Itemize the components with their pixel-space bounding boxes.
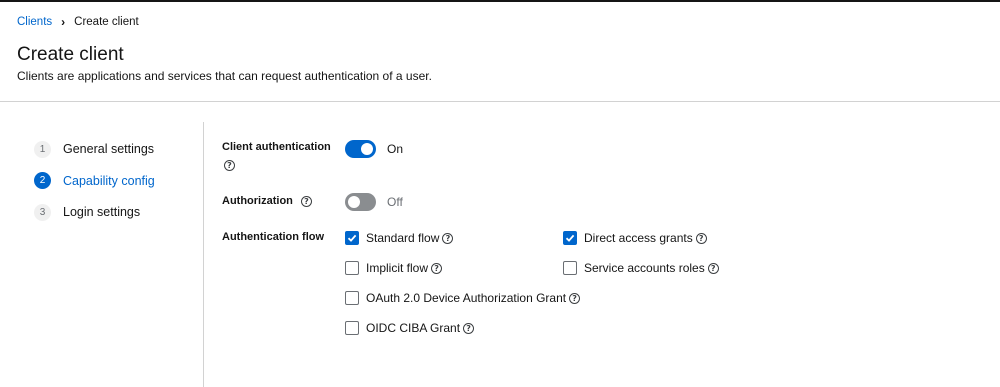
help-icon[interactable]: ? <box>463 322 475 334</box>
help-icon[interactable]: ? <box>695 232 707 244</box>
step-number: 3 <box>34 203 51 221</box>
client-authentication-toggle[interactable] <box>345 140 376 158</box>
direct-access-grants-option[interactable]: Direct access grants ? <box>563 231 707 245</box>
check-label: OAuth 2.0 Device Authorization Grant <box>366 291 567 305</box>
authorization-state: Off <box>387 195 403 209</box>
wizard-nav: 1 General settings 2 Capability config 3… <box>34 139 155 234</box>
client-authentication-state: On <box>387 142 404 156</box>
check-label: Direct access grants <box>584 231 693 245</box>
breadcrumb-current: Create client <box>74 16 139 28</box>
oauth-device-grant-checkbox[interactable] <box>345 291 359 305</box>
breadcrumb: Clients › Create client <box>17 15 139 29</box>
help-icon[interactable]: ? <box>224 160 235 171</box>
authorization-toggle[interactable] <box>345 193 376 211</box>
standard-flow-option[interactable]: Standard flow ? <box>345 231 454 245</box>
check-label: Implicit flow <box>366 261 429 275</box>
help-icon[interactable]: ? <box>707 262 719 274</box>
direct-access-grants-checkbox[interactable] <box>563 231 577 245</box>
wizard-step-capability-config[interactable]: 2 Capability config <box>34 171 155 191</box>
checkmark-icon <box>347 234 357 242</box>
step-label: Capability config <box>63 173 155 188</box>
page-description: Clients are applications and services th… <box>17 69 432 83</box>
wizard-step-login-settings[interactable]: 3 Login settings <box>34 202 155 222</box>
top-border <box>0 0 1000 2</box>
implicit-flow-checkbox[interactable] <box>345 261 359 275</box>
service-accounts-roles-option[interactable]: Service accounts roles ? <box>563 261 719 275</box>
help-icon[interactable]: ? <box>431 262 443 274</box>
wizard-step-general-settings[interactable]: 1 General settings <box>34 139 155 159</box>
step-label: General settings <box>63 142 155 156</box>
check-label: Service accounts roles <box>584 261 705 275</box>
step-number: 2 <box>34 172 51 189</box>
oidc-ciba-grant-option[interactable]: OIDC CIBA Grant ? <box>345 321 475 335</box>
step-label: Login settings <box>63 205 141 219</box>
checkmark-icon <box>565 234 575 242</box>
standard-flow-checkbox[interactable] <box>345 231 359 245</box>
help-icon[interactable]: ? <box>569 292 581 304</box>
step-number: 1 <box>34 140 51 158</box>
toggle-knob <box>348 196 360 208</box>
authorization-label-text: Authorization <box>222 195 293 207</box>
help-icon[interactable]: ? <box>300 195 312 207</box>
toggle-knob <box>361 143 373 155</box>
implicit-flow-option[interactable]: Implicit flow ? <box>345 261 443 275</box>
page-title: Create client <box>17 44 124 65</box>
oidc-ciba-grant-checkbox[interactable] <box>345 321 359 335</box>
vertical-divider <box>203 122 204 387</box>
client-authentication-label: Client authentication <box>222 141 331 153</box>
help-icon[interactable]: ? <box>442 232 454 244</box>
check-label: OIDC CIBA Grant <box>366 321 461 335</box>
service-accounts-roles-checkbox[interactable] <box>563 261 577 275</box>
chevron-right-icon: › <box>61 15 66 29</box>
oauth-device-grant-option[interactable]: OAuth 2.0 Device Authorization Grant ? <box>345 291 581 305</box>
authorization-label: Authorization ? <box>222 195 312 207</box>
authentication-flow-label: Authentication flow <box>222 231 325 243</box>
breadcrumb-clients-link[interactable]: Clients <box>17 16 52 28</box>
header-divider <box>0 101 1000 102</box>
check-label: Standard flow <box>366 231 440 245</box>
